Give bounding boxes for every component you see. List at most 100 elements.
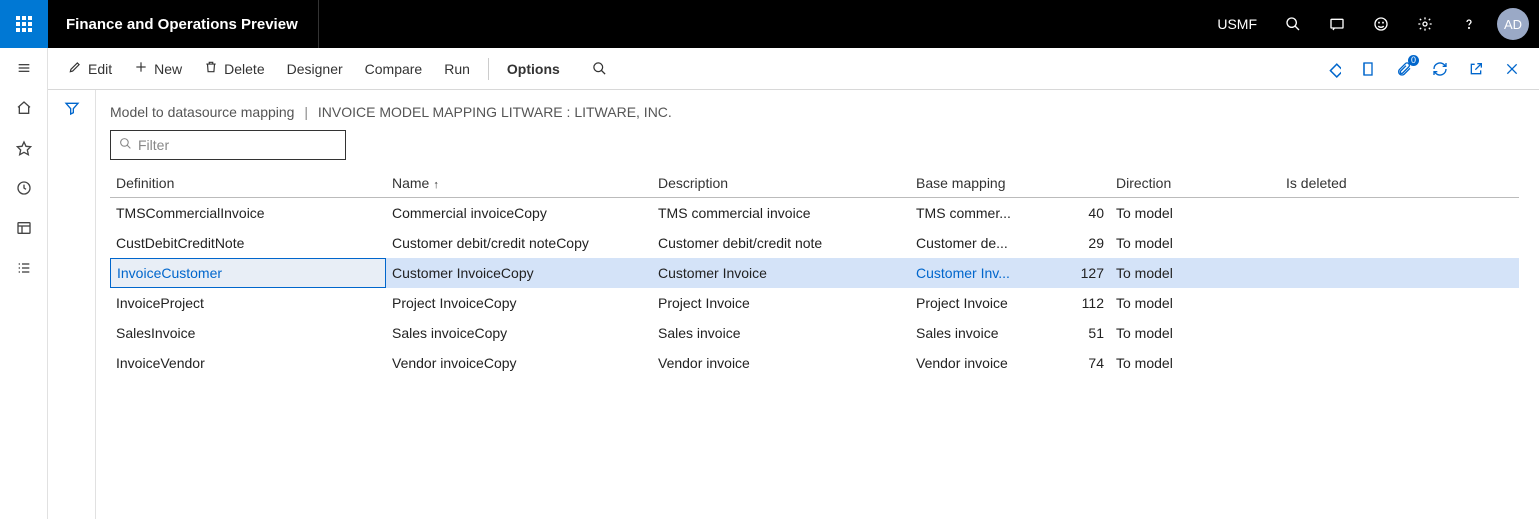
attachment-count: 0 bbox=[1408, 55, 1419, 66]
message-icon[interactable] bbox=[1315, 0, 1359, 48]
table-row[interactable]: InvoiceProjectProject InvoiceCopyProject… bbox=[110, 288, 1519, 318]
cell-name[interactable]: Customer InvoiceCopy bbox=[386, 265, 652, 281]
col-base-mapping[interactable]: Base mapping bbox=[910, 175, 1020, 191]
feedback-icon[interactable] bbox=[1359, 0, 1403, 48]
favorites-icon[interactable] bbox=[0, 128, 48, 168]
cell-name[interactable]: Customer debit/credit noteCopy bbox=[386, 235, 652, 251]
breadcrumb: Model to datasource mapping | INVOICE MO… bbox=[110, 104, 1519, 120]
cell-name[interactable]: Vendor invoiceCopy bbox=[386, 355, 652, 371]
funnel-icon[interactable] bbox=[64, 100, 80, 519]
modules-icon[interactable] bbox=[0, 248, 48, 288]
cell-number[interactable]: 74 bbox=[1020, 355, 1110, 371]
header-divider bbox=[318, 0, 319, 48]
edit-label: Edit bbox=[88, 61, 112, 77]
table-row[interactable]: InvoiceVendorVendor invoiceCopyVendor in… bbox=[110, 348, 1519, 378]
edit-button[interactable]: Edit bbox=[58, 56, 122, 81]
col-direction[interactable]: Direction bbox=[1110, 175, 1280, 191]
plus-icon bbox=[134, 60, 148, 77]
command-search-button[interactable] bbox=[582, 57, 617, 80]
cell-base-mapping[interactable]: Project Invoice bbox=[910, 295, 1020, 311]
filter-box[interactable] bbox=[110, 130, 346, 160]
nav-toggle-icon[interactable] bbox=[0, 48, 48, 88]
app-launcher-button[interactable] bbox=[0, 0, 48, 48]
avatar[interactable]: AD bbox=[1497, 8, 1529, 40]
command-bar: Edit New Delete Designer Compare bbox=[48, 48, 1539, 90]
cell-definition[interactable]: TMSCommercialInvoice bbox=[110, 205, 386, 221]
cell-definition[interactable]: InvoiceCustomer bbox=[110, 258, 386, 288]
col-definition[interactable]: Definition bbox=[110, 175, 386, 191]
cell-number[interactable]: 29 bbox=[1020, 235, 1110, 251]
cell-base-mapping[interactable]: Sales invoice bbox=[910, 325, 1020, 341]
options-label: Options bbox=[507, 61, 560, 77]
workspaces-icon[interactable] bbox=[0, 208, 48, 248]
cell-number[interactable]: 40 bbox=[1020, 205, 1110, 221]
cell-base-mapping[interactable]: Vendor invoice bbox=[910, 355, 1020, 371]
company-code[interactable]: USMF bbox=[1203, 16, 1271, 32]
help-icon[interactable] bbox=[1447, 0, 1491, 48]
attachments-button[interactable]: 0 bbox=[1387, 53, 1421, 85]
cell-number[interactable]: 51 bbox=[1020, 325, 1110, 341]
refresh-icon[interactable] bbox=[1423, 53, 1457, 85]
run-button[interactable]: Run bbox=[434, 57, 480, 81]
search-icon bbox=[592, 61, 607, 76]
globe-diamond-icon[interactable] bbox=[1315, 53, 1349, 85]
compare-button[interactable]: Compare bbox=[355, 57, 433, 81]
cell-direction[interactable]: To model bbox=[1110, 325, 1280, 341]
cell-direction[interactable]: To model bbox=[1110, 205, 1280, 221]
compare-label: Compare bbox=[365, 61, 423, 77]
popout-icon[interactable] bbox=[1459, 53, 1493, 85]
cell-description[interactable]: Customer Invoice bbox=[652, 265, 910, 281]
trash-icon bbox=[204, 60, 218, 77]
options-button[interactable]: Options bbox=[497, 57, 570, 81]
search-icon[interactable] bbox=[1271, 0, 1315, 48]
cell-name[interactable]: Project InvoiceCopy bbox=[386, 295, 652, 311]
cell-definition[interactable]: InvoiceProject bbox=[110, 295, 386, 311]
cell-direction[interactable]: To model bbox=[1110, 355, 1280, 371]
pencil-icon bbox=[68, 60, 82, 77]
designer-button[interactable]: Designer bbox=[277, 57, 353, 81]
table-row[interactable]: TMSCommercialInvoiceCommercial invoiceCo… bbox=[110, 198, 1519, 228]
col-name[interactable]: Name↑ bbox=[386, 175, 652, 191]
cell-name[interactable]: Sales invoiceCopy bbox=[386, 325, 652, 341]
cell-base-mapping[interactable]: TMS commer... bbox=[910, 205, 1020, 221]
cell-number[interactable]: 127 bbox=[1020, 265, 1110, 281]
cell-definition[interactable]: InvoiceVendor bbox=[110, 355, 386, 371]
global-header: Finance and Operations Preview USMF AD bbox=[0, 0, 1539, 48]
cell-definition[interactable]: SalesInvoice bbox=[110, 325, 386, 341]
table-row[interactable]: InvoiceCustomerCustomer InvoiceCopyCusto… bbox=[110, 258, 1519, 288]
cell-base-mapping[interactable]: Customer de... bbox=[910, 235, 1020, 251]
page-icon[interactable] bbox=[1351, 53, 1385, 85]
left-nav-rail bbox=[0, 48, 48, 519]
cell-number[interactable]: 112 bbox=[1020, 295, 1110, 311]
settings-icon[interactable] bbox=[1403, 0, 1447, 48]
filter-input[interactable] bbox=[138, 137, 337, 153]
cell-direction[interactable]: To model bbox=[1110, 235, 1280, 251]
col-description[interactable]: Description bbox=[652, 175, 910, 191]
cell-base-mapping[interactable]: Customer Inv... bbox=[910, 265, 1020, 281]
new-button[interactable]: New bbox=[124, 56, 192, 81]
waffle-icon bbox=[16, 16, 32, 32]
close-icon[interactable] bbox=[1495, 53, 1529, 85]
breadcrumb-detail: INVOICE MODEL MAPPING LITWARE : LITWARE,… bbox=[318, 104, 672, 120]
delete-button[interactable]: Delete bbox=[194, 56, 274, 81]
cell-description[interactable]: TMS commercial invoice bbox=[652, 205, 910, 221]
breadcrumb-page: Model to datasource mapping bbox=[110, 104, 294, 120]
command-separator bbox=[488, 58, 489, 80]
cell-definition[interactable]: CustDebitCreditNote bbox=[110, 235, 386, 251]
cell-description[interactable]: Sales invoice bbox=[652, 325, 910, 341]
cell-direction[interactable]: To model bbox=[1110, 265, 1280, 281]
cell-description[interactable]: Customer debit/credit note bbox=[652, 235, 910, 251]
page-content: Model to datasource mapping | INVOICE MO… bbox=[96, 90, 1539, 519]
cell-direction[interactable]: To model bbox=[1110, 295, 1280, 311]
cell-description[interactable]: Vendor invoice bbox=[652, 355, 910, 371]
table-row[interactable]: SalesInvoiceSales invoiceCopySales invoi… bbox=[110, 318, 1519, 348]
recent-icon[interactable] bbox=[0, 168, 48, 208]
table-row[interactable]: CustDebitCreditNoteCustomer debit/credit… bbox=[110, 228, 1519, 258]
col-is-deleted[interactable]: Is deleted bbox=[1280, 175, 1390, 191]
delete-label: Delete bbox=[224, 61, 264, 77]
cell-description[interactable]: Project Invoice bbox=[652, 295, 910, 311]
cell-name[interactable]: Commercial invoiceCopy bbox=[386, 205, 652, 221]
grid-header: Definition Name↑ Description Base mappin… bbox=[110, 168, 1519, 198]
sort-asc-icon: ↑ bbox=[433, 179, 439, 191]
home-icon[interactable] bbox=[0, 88, 48, 128]
